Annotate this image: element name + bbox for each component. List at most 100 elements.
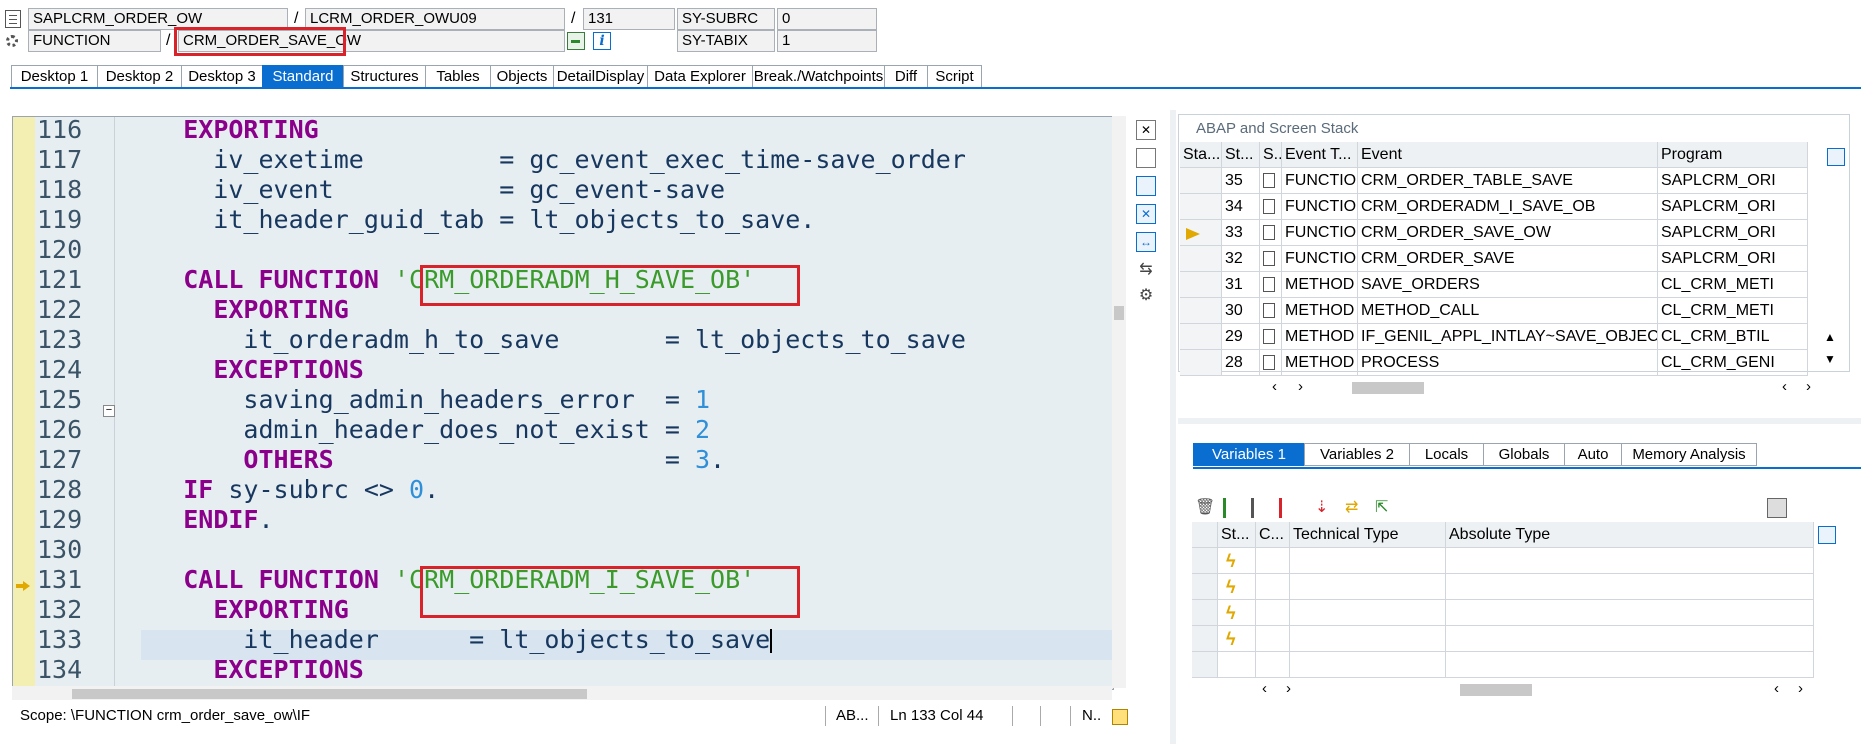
- scroll-left-icon[interactable]: ‹: [1272, 378, 1277, 395]
- stack-cell[interactable]: METHOD: [1282, 324, 1358, 350]
- var-cell[interactable]: [1290, 548, 1446, 574]
- var-cell[interactable]: [1192, 652, 1218, 678]
- transfer-icon[interactable]: ⇄: [1345, 498, 1365, 518]
- stack-column-header[interactable]: Sta...: [1180, 142, 1222, 168]
- exchange-icon[interactable]: ⇆: [1136, 260, 1156, 280]
- save-icon[interactable]: [1767, 498, 1787, 518]
- column-config-icon[interactable]: [1827, 148, 1845, 166]
- remove-variable-icon[interactable]: [1279, 498, 1299, 518]
- stack-cell[interactable]: [1260, 298, 1282, 324]
- var-cell[interactable]: [1192, 600, 1218, 626]
- stack-cell[interactable]: SAPLCRM_ORI: [1658, 168, 1808, 194]
- stack-cell[interactable]: [1260, 194, 1282, 220]
- var-cell[interactable]: [1446, 574, 1814, 600]
- tab-desktop-3[interactable]: Desktop 3: [181, 65, 263, 88]
- tab-standard[interactable]: Standard: [262, 65, 344, 88]
- stack-cell[interactable]: SAPLCRM_ORI: [1658, 194, 1808, 220]
- stack-cell[interactable]: [1180, 272, 1222, 298]
- stack-cell[interactable]: [1180, 350, 1222, 376]
- var-tab-variables-2[interactable]: Variables 2: [1304, 443, 1410, 466]
- tab-data-explorer[interactable]: Data Explorer: [647, 65, 753, 88]
- stack-cell[interactable]: 34: [1222, 194, 1260, 220]
- var-column-header[interactable]: Absolute Type: [1446, 522, 1814, 548]
- collapse-block-icon[interactable]: −: [103, 405, 115, 417]
- export-icon[interactable]: ⇱: [1375, 498, 1395, 518]
- var-column-header[interactable]: C...: [1256, 522, 1290, 548]
- var-cell[interactable]: [1192, 574, 1218, 600]
- swap-tool-icon[interactable]: [1136, 176, 1156, 196]
- var-tab-locals[interactable]: Locals: [1409, 443, 1484, 466]
- stack-column-header[interactable]: Event: [1358, 142, 1658, 168]
- new-tool-icon[interactable]: [1136, 148, 1156, 168]
- stack-column-header[interactable]: St...: [1222, 142, 1260, 168]
- var-cell[interactable]: ϟ: [1218, 548, 1256, 574]
- stack-cell[interactable]: [1180, 298, 1222, 324]
- stack-cell[interactable]: [1180, 246, 1222, 272]
- var-tab-globals[interactable]: Globals: [1483, 443, 1565, 466]
- editor-hscroll[interactable]: [12, 686, 1112, 700]
- tab-desktop-1[interactable]: Desktop 1: [11, 65, 98, 88]
- scroll-right-icon[interactable]: ›: [1298, 378, 1303, 395]
- tab-diff[interactable]: Diff: [884, 65, 928, 88]
- stack-cell[interactable]: [1260, 220, 1282, 246]
- var-cell[interactable]: [1290, 626, 1446, 652]
- tab-detaildisplay[interactable]: DetailDisplay: [553, 65, 648, 88]
- var1-value-field[interactable]: 0: [777, 8, 877, 30]
- tab-break-watchpoints[interactable]: Break./Watchpoints: [752, 65, 885, 88]
- var-cell[interactable]: [1256, 600, 1290, 626]
- stack-cell[interactable]: 35: [1222, 168, 1260, 194]
- stack-cell[interactable]: [1180, 168, 1222, 194]
- stack-cell[interactable]: [1260, 272, 1282, 298]
- type-field[interactable]: FUNCTION: [28, 30, 161, 52]
- scroll-left-icon[interactable]: ‹: [1782, 378, 1787, 395]
- stack-cell[interactable]: CRM_ORDER_SAVE_OW: [1358, 220, 1658, 246]
- stack-cell[interactable]: SAVE_ORDERS: [1358, 272, 1658, 298]
- stack-column-header[interactable]: Event T...: [1282, 142, 1358, 168]
- scroll-right-icon[interactable]: ›: [1798, 680, 1803, 697]
- stack-cell[interactable]: PROCESS: [1358, 350, 1658, 376]
- stack-cell[interactable]: CRM_ORDERADM_I_SAVE_OB: [1358, 194, 1658, 220]
- var-cell[interactable]: ϟ: [1218, 626, 1256, 652]
- stack-cell[interactable]: SAPLCRM_ORI: [1658, 246, 1808, 272]
- var-cell[interactable]: [1290, 652, 1446, 678]
- stack-cell[interactable]: CL_CRM_METI: [1658, 298, 1808, 324]
- tab-tables[interactable]: Tables: [425, 65, 491, 88]
- scroll-down-icon[interactable]: ▼: [1824, 352, 1836, 366]
- status-tool-icon[interactable]: [1112, 709, 1128, 725]
- stack-cell[interactable]: 30: [1222, 298, 1260, 324]
- stack-cell[interactable]: 29: [1222, 324, 1260, 350]
- stack-cell[interactable]: CRM_ORDER_SAVE: [1358, 246, 1658, 272]
- var-cell[interactable]: [1256, 574, 1290, 600]
- var-cell[interactable]: [1446, 652, 1814, 678]
- delete-icon[interactable]: 🗑: [1195, 498, 1215, 518]
- settings-tool-icon[interactable]: ⚙: [1136, 286, 1156, 306]
- detail-variable-icon[interactable]: [1251, 498, 1271, 518]
- stack-cell[interactable]: CL_CRM_METI: [1658, 272, 1808, 298]
- stack-cell[interactable]: CRM_ORDER_TABLE_SAVE: [1358, 168, 1658, 194]
- var-cell[interactable]: [1256, 548, 1290, 574]
- stack-cell[interactable]: [1180, 194, 1222, 220]
- close-icon[interactable]: ✕: [1136, 120, 1156, 140]
- var-column-header[interactable]: St...: [1218, 522, 1256, 548]
- scroll-thumb[interactable]: [1352, 382, 1424, 394]
- scroll-up-icon[interactable]: ▲: [1824, 330, 1836, 344]
- var1-name-field[interactable]: SY-SUBRC: [677, 8, 775, 30]
- stack-cell[interactable]: SAPLCRM_ORI: [1658, 220, 1808, 246]
- var-tab-auto[interactable]: Auto: [1564, 443, 1622, 466]
- stack-cell[interactable]: FUNCTIO...: [1282, 220, 1358, 246]
- info-icon[interactable]: i: [593, 32, 611, 50]
- stack-column-header[interactable]: S...: [1260, 142, 1282, 168]
- var-cell[interactable]: [1446, 626, 1814, 652]
- var2-name-field[interactable]: SY-TABIX: [677, 30, 775, 52]
- var-cell[interactable]: [1446, 600, 1814, 626]
- stack-hscroll[interactable]: ‹ › ‹ ›: [1270, 378, 1811, 398]
- line-field[interactable]: 131: [583, 8, 675, 30]
- var-cell[interactable]: [1256, 626, 1290, 652]
- display-object-icon[interactable]: [567, 32, 585, 50]
- maximize-icon[interactable]: ✕: [1136, 204, 1156, 224]
- stack-cell[interactable]: METHOD_CALL: [1358, 298, 1658, 324]
- stack-cell[interactable]: FUNCTIO...: [1282, 168, 1358, 194]
- var-cell[interactable]: [1290, 600, 1446, 626]
- var-cell[interactable]: [1290, 574, 1446, 600]
- splitter-horizontal[interactable]: [1178, 418, 1861, 424]
